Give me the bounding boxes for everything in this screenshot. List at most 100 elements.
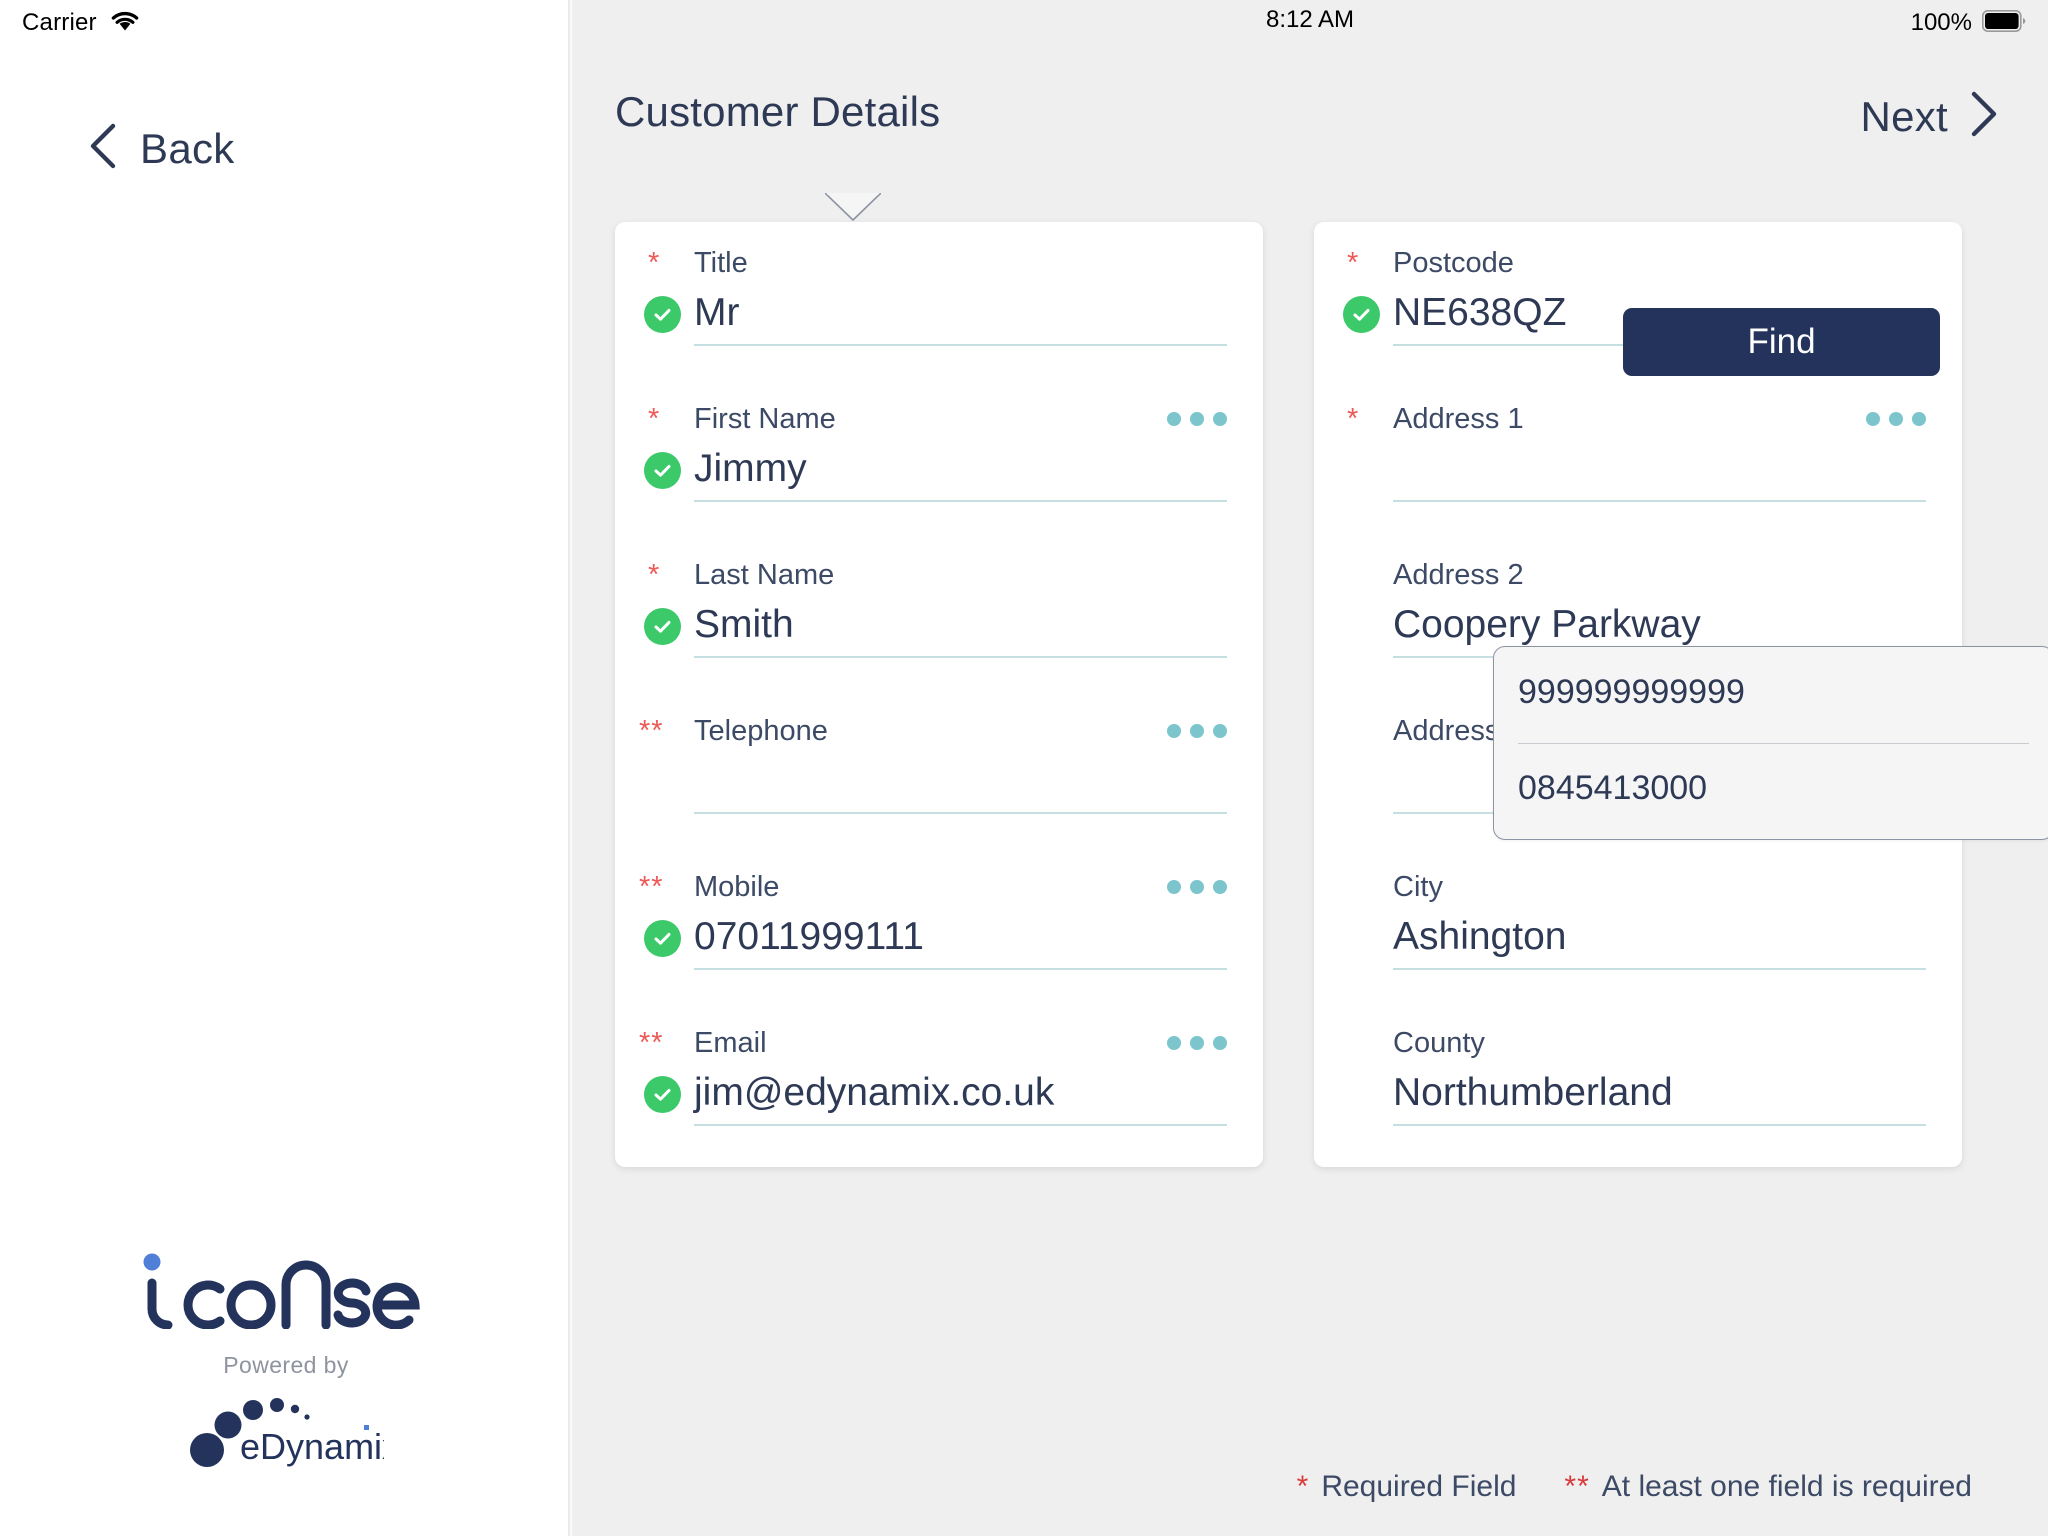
legend-required-mark: *: [1296, 1470, 1310, 1503]
popover-option-2[interactable]: 0845413000: [1518, 769, 1707, 808]
field-county: County Northumberland: [1314, 1024, 1962, 1126]
field-city-label: City: [1393, 871, 1443, 903]
carrier-label: Carrier: [22, 9, 97, 36]
field-mobile-label: Mobile: [694, 871, 780, 903]
field-county-header: County: [1314, 1024, 1962, 1062]
valid-check-icon: [1343, 296, 1380, 333]
field-underline: [694, 344, 1227, 346]
field-first-name-label: First Name: [694, 403, 836, 435]
field-email: ** Email jim@edynamix.co.uk: [615, 1024, 1263, 1126]
battery-percent-label: 100%: [1910, 9, 1972, 36]
field-underline: [1393, 968, 1926, 970]
field-postcode-label: Postcode: [1393, 247, 1514, 279]
app-screen: Carrier Back Powered by eDynami 8:12 AM …: [0, 0, 2048, 1536]
field-first-name-value: Jimmy: [694, 447, 807, 490]
field-county-input[interactable]: Northumberland: [1314, 1062, 1962, 1126]
field-title-input[interactable]: Mr: [615, 282, 1263, 346]
field-last-name-label: Last Name: [694, 559, 835, 591]
back-button[interactable]: Back: [88, 122, 235, 175]
field-address-1-label: Address 1: [1393, 403, 1524, 435]
field-title-value: Mr: [694, 291, 740, 334]
field-email-value: jim@edynamix.co.uk: [694, 1071, 1055, 1114]
field-first-name-input[interactable]: Jimmy: [615, 438, 1263, 502]
field-address-2-label: Address 2: [1393, 559, 1524, 591]
page-title: Customer Details: [615, 88, 941, 135]
powered-by-label: Powered by: [223, 1352, 349, 1378]
main-pane: 8:12 AM 100% Customer Details Next * Tit…: [572, 0, 2048, 1536]
field-underline: [694, 1124, 1227, 1126]
field-options-dots-icon[interactable]: [1167, 412, 1227, 426]
field-email-header: ** Email: [615, 1024, 1263, 1062]
field-options-dots-icon[interactable]: [1167, 1036, 1227, 1050]
next-button[interactable]: Next: [1860, 90, 1998, 143]
brand-block: Powered by eDynamix: [0, 1253, 572, 1474]
required-asterisk: *: [1347, 403, 1360, 435]
legend-required: * Required Field: [1297, 1470, 1517, 1504]
find-postcode-button[interactable]: Find: [1623, 308, 1940, 376]
field-underline: [694, 500, 1227, 502]
field-postcode-value: NE638QZ: [1393, 291, 1567, 334]
field-telephone: ** Telephone: [615, 712, 1263, 814]
legend-atleast-one: ** At least one field is required: [1564, 1470, 1972, 1504]
legend-footer: * Required Field ** At least one field i…: [572, 1470, 2048, 1504]
required-asterisk: *: [648, 247, 661, 279]
field-last-name-header: * Last Name: [615, 556, 1263, 594]
battery-full-icon: [1982, 9, 2026, 37]
legend-required-text: Required Field: [1321, 1470, 1517, 1503]
edynamix-logo: eDynamix: [188, 1391, 400, 1474]
field-title-header: * Title: [615, 244, 1263, 282]
statusbar-right: 100%: [1911, 6, 2026, 40]
field-options-dots-icon[interactable]: [1167, 880, 1227, 894]
required-asterisk: *: [648, 559, 661, 591]
field-postcode-header: * Postcode: [1314, 244, 1962, 282]
field-underline: [694, 656, 1227, 658]
field-telephone-label: Telephone: [694, 715, 828, 747]
field-first-name: * First Name Jimmy: [615, 400, 1263, 502]
legend-atleast-text: At least one field is required: [1601, 1470, 1972, 1503]
legend-atleast-mark: **: [1564, 1470, 1590, 1503]
popover-option-1[interactable]: 999999999999: [1518, 673, 1745, 712]
field-postcode: * Postcode NE638QZ Find: [1314, 244, 1962, 376]
telephone-suggestions-popover: 999999999999 0845413000: [1493, 646, 2048, 840]
field-title: * Title Mr: [615, 244, 1263, 346]
required-asterisk: *: [648, 403, 661, 435]
field-mobile: ** Mobile 07011999111: [615, 868, 1263, 970]
field-email-input[interactable]: jim@edynamix.co.uk: [615, 1062, 1263, 1126]
field-options-dots-icon[interactable]: [1866, 412, 1926, 426]
field-city-value: Ashington: [1393, 915, 1567, 958]
popover-tail-icon: [824, 191, 882, 228]
field-underline: [1393, 500, 1926, 502]
field-last-name-value: Smith: [694, 603, 794, 646]
back-button-label: Back: [140, 124, 235, 172]
wifi-icon: [110, 10, 140, 37]
statusbar-time: 8:12 AM: [1265, 6, 1355, 33]
required-asterisk: *: [1347, 247, 1360, 279]
svg-text:eDynamix: eDynamix: [240, 1426, 384, 1467]
field-mobile-value: 07011999111: [694, 915, 924, 958]
customer-details-card: * Title Mr * First Name Jimmy * Last Nam…: [615, 222, 1263, 1167]
field-options-dots-icon[interactable]: [1167, 724, 1227, 738]
field-email-label: Email: [694, 1027, 767, 1059]
field-mobile-header: ** Mobile: [615, 868, 1263, 906]
valid-check-icon: [644, 1076, 681, 1113]
field-first-name-header: * First Name: [615, 400, 1263, 438]
field-city-header: City: [1314, 868, 1962, 906]
popover-divider: [1518, 743, 2029, 744]
page-topbar: Customer Details Next: [572, 88, 2048, 156]
field-mobile-input[interactable]: 07011999111: [615, 906, 1263, 970]
valid-check-icon: [644, 920, 681, 957]
field-last-name-input[interactable]: Smith: [615, 594, 1263, 658]
chevron-right-icon: [1968, 90, 1998, 143]
valid-check-icon: [644, 608, 681, 645]
field-city: City Ashington: [1314, 868, 1962, 970]
field-last-name: * Last Name Smith: [615, 556, 1263, 658]
iconsent-logo: [134, 1253, 438, 1334]
field-underline: [694, 968, 1227, 970]
field-address-1-input[interactable]: [1314, 438, 1962, 502]
field-address-1-header: * Address 1: [1314, 400, 1962, 438]
required-asterisk: **: [639, 871, 664, 903]
field-city-input[interactable]: Ashington: [1314, 906, 1962, 970]
next-button-label: Next: [1860, 92, 1948, 140]
sidebar: Carrier Back Powered by eDynami: [0, 0, 572, 1536]
field-telephone-input[interactable]: [615, 750, 1263, 814]
